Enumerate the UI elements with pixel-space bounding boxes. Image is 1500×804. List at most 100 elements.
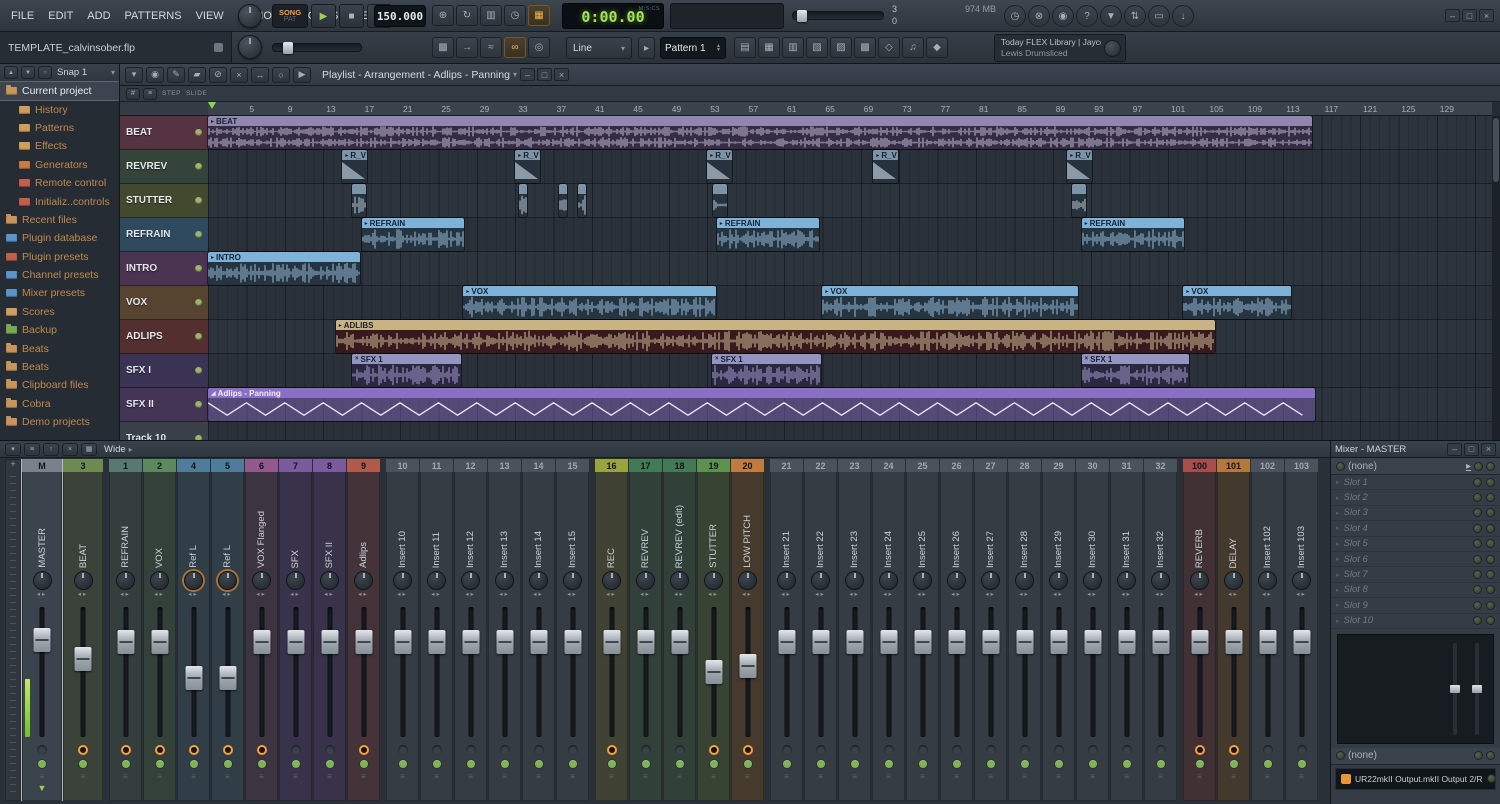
fader-handle[interactable] [948, 630, 965, 654]
paint-icon[interactable]: ▰ [188, 66, 206, 83]
mute-led[interactable] [37, 759, 47, 769]
menu-file[interactable]: FILE [4, 10, 41, 22]
record-arm-switch[interactable] [951, 745, 962, 755]
pan-knob[interactable] [73, 571, 93, 590]
pan-knob[interactable] [354, 571, 373, 590]
fader-handle[interactable] [846, 630, 863, 654]
volume-fader[interactable] [420, 603, 453, 741]
browser-item-remote-control[interactable]: Remote control [0, 174, 119, 192]
strip-name[interactable]: Insert 30 [1076, 472, 1109, 568]
browser-item-scores[interactable]: Scores [0, 303, 119, 321]
playlist-icon[interactable]: ▤ [734, 37, 756, 58]
main-volume-slider[interactable] [272, 42, 362, 54]
clip-intro[interactable]: ▸ INTRO [208, 252, 360, 285]
fx-slot-8[interactable]: ▸ Slot 8 [1331, 583, 1500, 599]
strip-name[interactable]: Insert 28 [1008, 472, 1041, 568]
strip-number[interactable]: 32 [1144, 459, 1177, 472]
browser-item-history[interactable]: History [0, 100, 119, 118]
mute-led[interactable] [985, 759, 996, 769]
record-arm-switch[interactable] [1155, 745, 1166, 755]
pan-knob[interactable] [252, 571, 271, 590]
record-arm-switch[interactable] [1296, 745, 1307, 755]
strip-number[interactable]: 24 [872, 459, 905, 472]
collapse-all-icon[interactable]: ▲ [4, 66, 18, 79]
slot-mix-knob[interactable] [1486, 554, 1495, 564]
fader-handle[interactable] [1152, 630, 1169, 654]
mute-led[interactable] [708, 759, 719, 769]
menu-view[interactable]: VIEW [189, 10, 231, 22]
slot-enable-knob[interactable] [1473, 493, 1482, 503]
fx-slot-3[interactable]: ▸ Slot 3 [1331, 506, 1500, 522]
fx-slot-9[interactable]: ▸ Slot 9 [1331, 598, 1500, 614]
fx-slot-7[interactable]: ▸ Slot 7 [1331, 567, 1500, 583]
slip-icon[interactable]: ↔ [251, 66, 269, 83]
browser-item-beats[interactable]: Beats [0, 358, 119, 376]
strip-number[interactable]: 103 [1285, 459, 1318, 472]
mute-led[interactable] [1296, 759, 1307, 769]
minimize-button[interactable]: – [519, 68, 535, 81]
strip-number[interactable]: 12 [454, 459, 487, 472]
pan-knob[interactable] [495, 571, 514, 590]
clip-beat[interactable]: ▸ BEAT [208, 116, 1312, 149]
mute-led[interactable] [1155, 759, 1166, 769]
strip-name[interactable]: Insert 26 [940, 472, 973, 568]
record-arm-switch[interactable] [1053, 745, 1064, 755]
slot-mix-knob[interactable] [1486, 493, 1495, 503]
browser-item-plugin-presets[interactable]: Plugin presets [0, 248, 119, 266]
expand-all-icon[interactable]: ▼ [21, 66, 35, 79]
pan-knob[interactable] [636, 571, 655, 590]
mixer-strip-22[interactable]: 22 Insert 22 ◂▸ ≡ [804, 459, 837, 801]
time-icon[interactable]: ◷ [1004, 5, 1026, 27]
strip-name[interactable]: SFX II [313, 472, 346, 568]
strip-name[interactable]: Insert 25 [906, 472, 939, 568]
volume-fader[interactable] [629, 603, 662, 741]
strip-name[interactable]: Insert 14 [522, 472, 555, 568]
piano-roll-icon[interactable]: ▦ [758, 37, 780, 58]
fx-slot-selected[interactable]: (none) ▸ [1331, 458, 1500, 475]
track-mute-led[interactable] [195, 299, 202, 306]
mixer-strip-32[interactable]: 32 Insert 32 ◂▸ ≡ [1144, 459, 1177, 801]
track-mute-led[interactable] [195, 231, 202, 238]
fader-handle[interactable] [394, 630, 411, 654]
volume-fader[interactable] [1144, 603, 1177, 741]
track-lane[interactable]: ▸ VOX ▸ VOX ▸ VOX [208, 286, 1492, 320]
track-header-stutter[interactable]: STUTTER [120, 184, 208, 218]
browser-item-backup[interactable]: Backup [0, 321, 119, 339]
browser-item-demo-projects[interactable]: Demo projects [0, 413, 119, 431]
fader-handle[interactable] [530, 630, 547, 654]
pan-knob[interactable] [981, 571, 1000, 590]
slot-enable-knob[interactable] [1336, 751, 1345, 761]
strip-number[interactable]: M [22, 459, 62, 472]
volume-fader[interactable] [974, 603, 1007, 741]
volume-fader[interactable] [731, 603, 764, 741]
strip-number[interactable]: 7 [279, 459, 312, 472]
strip-number[interactable]: 100 [1183, 459, 1216, 472]
record-arm-switch[interactable] [708, 745, 719, 755]
grid-icon[interactable]: # [126, 87, 140, 100]
chat-icon[interactable]: ▭ [1148, 5, 1170, 27]
strip-name[interactable]: Insert 15 [556, 472, 589, 568]
mute-led[interactable] [951, 759, 962, 769]
slot-enable-knob[interactable] [1473, 616, 1482, 626]
mixer-strip-25[interactable]: 25 Insert 25 ◂▸ ≡ [906, 459, 939, 801]
mute-led[interactable] [358, 759, 369, 769]
fx-slot-1[interactable]: ▸ Slot 1 [1331, 475, 1500, 491]
mute-led[interactable] [256, 759, 267, 769]
strip-name[interactable]: Insert 32 [1144, 472, 1177, 568]
record-arm-switch[interactable] [1019, 745, 1030, 755]
strip-number[interactable]: 101 [1217, 459, 1250, 472]
record-arm-switch[interactable] [815, 745, 826, 755]
record-arm-switch[interactable] [1121, 745, 1132, 755]
mute-led[interactable] [815, 759, 826, 769]
pan-knob[interactable] [947, 571, 966, 590]
smart-snap-icon[interactable]: ≈ [480, 37, 502, 58]
fader-handle[interactable] [739, 654, 756, 678]
mixer-strip-103[interactable]: 103 Insert 103 ◂▸ ≡ [1285, 459, 1318, 801]
track-mute-led[interactable] [195, 367, 202, 374]
fader-handle[interactable] [1293, 630, 1310, 654]
clip-vox[interactable]: ▸ VOX [1183, 286, 1292, 319]
track-lane[interactable]: ▸ R_V ▸ R_V ▸ R_V ▸ R_V ▸ R_V [208, 150, 1492, 184]
fader-handle[interactable] [151, 630, 168, 654]
project-title-bar[interactable]: TEMPLATE_calvinsober.flp [0, 32, 232, 63]
pan-knob[interactable] [1083, 571, 1102, 590]
